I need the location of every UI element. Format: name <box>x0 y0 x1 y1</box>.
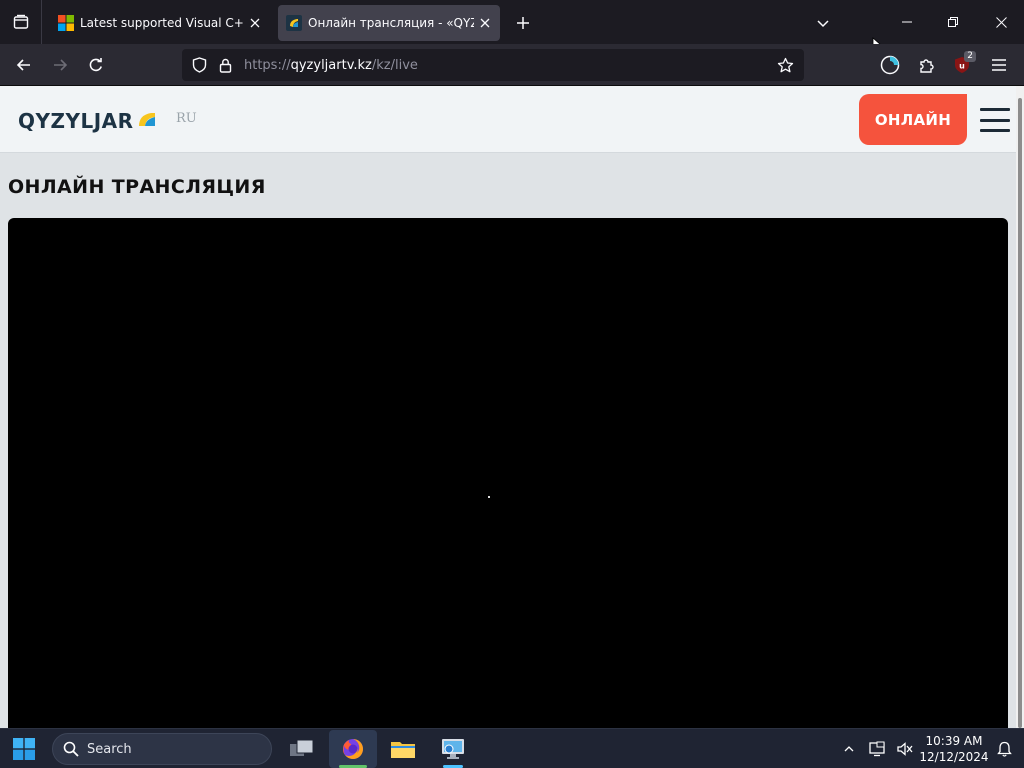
live-video-player[interactable] <box>8 218 1008 728</box>
ublock-origin-button[interactable]: u 2 <box>946 49 978 81</box>
bell-icon <box>996 741 1012 757</box>
new-tab-button[interactable] <box>508 8 538 38</box>
tab-visual-cpp[interactable]: Latest supported Visual C++ Redistributa… <box>50 5 270 41</box>
back-button[interactable] <box>8 49 40 81</box>
firefox-icon <box>343 739 363 759</box>
lock-icon[interactable] <box>212 49 238 81</box>
task-view-button[interactable] <box>278 730 326 768</box>
search-icon <box>63 741 79 757</box>
show-hidden-icons-button[interactable] <box>838 733 860 765</box>
taskbar-search-box[interactable]: Search <box>52 733 272 765</box>
clock-time: 10:39 AM <box>925 734 983 748</box>
minimize-button[interactable] <box>884 0 930 44</box>
site-logo[interactable]: QYZYLJAR <box>18 108 156 134</box>
tracking-protection-shield-icon[interactable] <box>186 49 212 81</box>
extension-pie-button[interactable] <box>874 49 906 81</box>
site-header: QYZYLJAR RU ОНЛАЙН <box>0 86 1016 153</box>
microsoft-logo-icon <box>58 15 74 31</box>
logo-mark-icon <box>138 113 155 126</box>
online-live-button[interactable]: ОНЛАЙН <box>859 94 967 145</box>
close-window-button[interactable] <box>978 0 1024 44</box>
forward-arrow-icon <box>54 59 68 71</box>
plus-icon <box>517 17 529 29</box>
clock-date: 12/12/2024 <box>919 750 989 764</box>
language-switch-ru[interactable]: RU <box>176 111 197 126</box>
task-view-icon <box>290 739 314 756</box>
taskbar-firefox[interactable] <box>329 730 377 768</box>
site-menu-icon[interactable] <box>980 108 1010 132</box>
remote-desktop-icon <box>442 739 464 759</box>
speaker-muted-icon <box>897 742 913 756</box>
svg-text:u: u <box>959 62 965 71</box>
url-path: /kz/live <box>371 57 418 73</box>
puzzle-piece-icon <box>919 58 934 73</box>
chevron-down-icon <box>817 20 829 28</box>
pie-chart-extension-icon <box>880 55 900 75</box>
url-scheme: https:// <box>244 57 291 73</box>
close-icon <box>995 16 1007 28</box>
start-button[interactable] <box>0 730 48 768</box>
taskbar-file-explorer[interactable] <box>379 730 427 768</box>
taskbar-clock[interactable]: 10:39 AM 12/12/2024 <box>918 733 990 765</box>
list-all-tabs-button[interactable] <box>808 8 838 38</box>
app-menu-button[interactable] <box>983 49 1015 81</box>
firefox-view-icon <box>13 14 28 29</box>
folder-icon <box>391 742 415 758</box>
page-title: ОНЛАЙН ТРАНСЛЯЦИЯ <box>8 176 266 198</box>
restore-icon <box>948 17 958 27</box>
search-label: Search <box>87 741 132 757</box>
reload-button[interactable] <box>80 49 112 81</box>
taskbar-remote-desktop[interactable] <box>429 730 477 768</box>
restore-button[interactable] <box>930 0 976 44</box>
page-scrollbar[interactable] <box>1016 86 1024 728</box>
url-host: qyzyljartv.kz <box>290 57 372 73</box>
extensions-button[interactable] <box>910 49 942 81</box>
browser-tab-strip: Latest supported Visual C++ Redistributa… <box>0 0 1024 54</box>
notifications-button[interactable] <box>992 733 1016 765</box>
bookmark-star-icon[interactable] <box>770 49 800 81</box>
tab-qyzyljar-live[interactable]: Онлайн трансляция - «QYZYLJAR» <box>278 5 500 41</box>
tab-close-icon[interactable] <box>244 12 266 34</box>
minimize-icon <box>902 21 912 23</box>
logo-text: QYZYLJAR <box>18 109 134 133</box>
volume-tray-icon[interactable] <box>892 733 918 765</box>
url-text[interactable]: https://qyzyljartv.kz/kz/live <box>244 58 418 73</box>
tab-close-icon[interactable] <box>474 12 496 34</box>
extension-badge-count: 2 <box>964 51 976 62</box>
web-page-content: QYZYLJAR RU ОНЛАЙН ОНЛАЙН ТРАНСЛЯЦИЯ <box>0 86 1024 728</box>
tab-title: Latest supported Visual C++ Redistributa… <box>80 16 244 30</box>
chevron-up-icon <box>844 746 854 752</box>
forward-button[interactable] <box>44 49 76 81</box>
reload-icon <box>89 58 102 72</box>
monitor-icon <box>869 741 885 757</box>
display-tray-icon[interactable] <box>864 733 890 765</box>
browser-navigation-bar: https://qyzyljartv.kz/kz/live u 2 <box>0 44 1024 86</box>
firefox-view-button[interactable] <box>0 0 42 44</box>
url-bar[interactable]: https://qyzyljartv.kz/kz/live <box>182 49 804 81</box>
windows-logo-icon <box>13 738 35 760</box>
scrollbar-thumb[interactable] <box>1018 98 1022 728</box>
back-arrow-icon <box>16 59 30 71</box>
qyzyljar-favicon-icon <box>286 15 302 31</box>
tab-title: Онлайн трансляция - «QYZYLJAR» <box>308 16 474 30</box>
video-loading-indicator <box>488 496 490 498</box>
hamburger-menu-icon <box>992 59 1006 71</box>
windows-taskbar: Search 10:39 AM 12/12/2024 <box>0 728 1024 768</box>
